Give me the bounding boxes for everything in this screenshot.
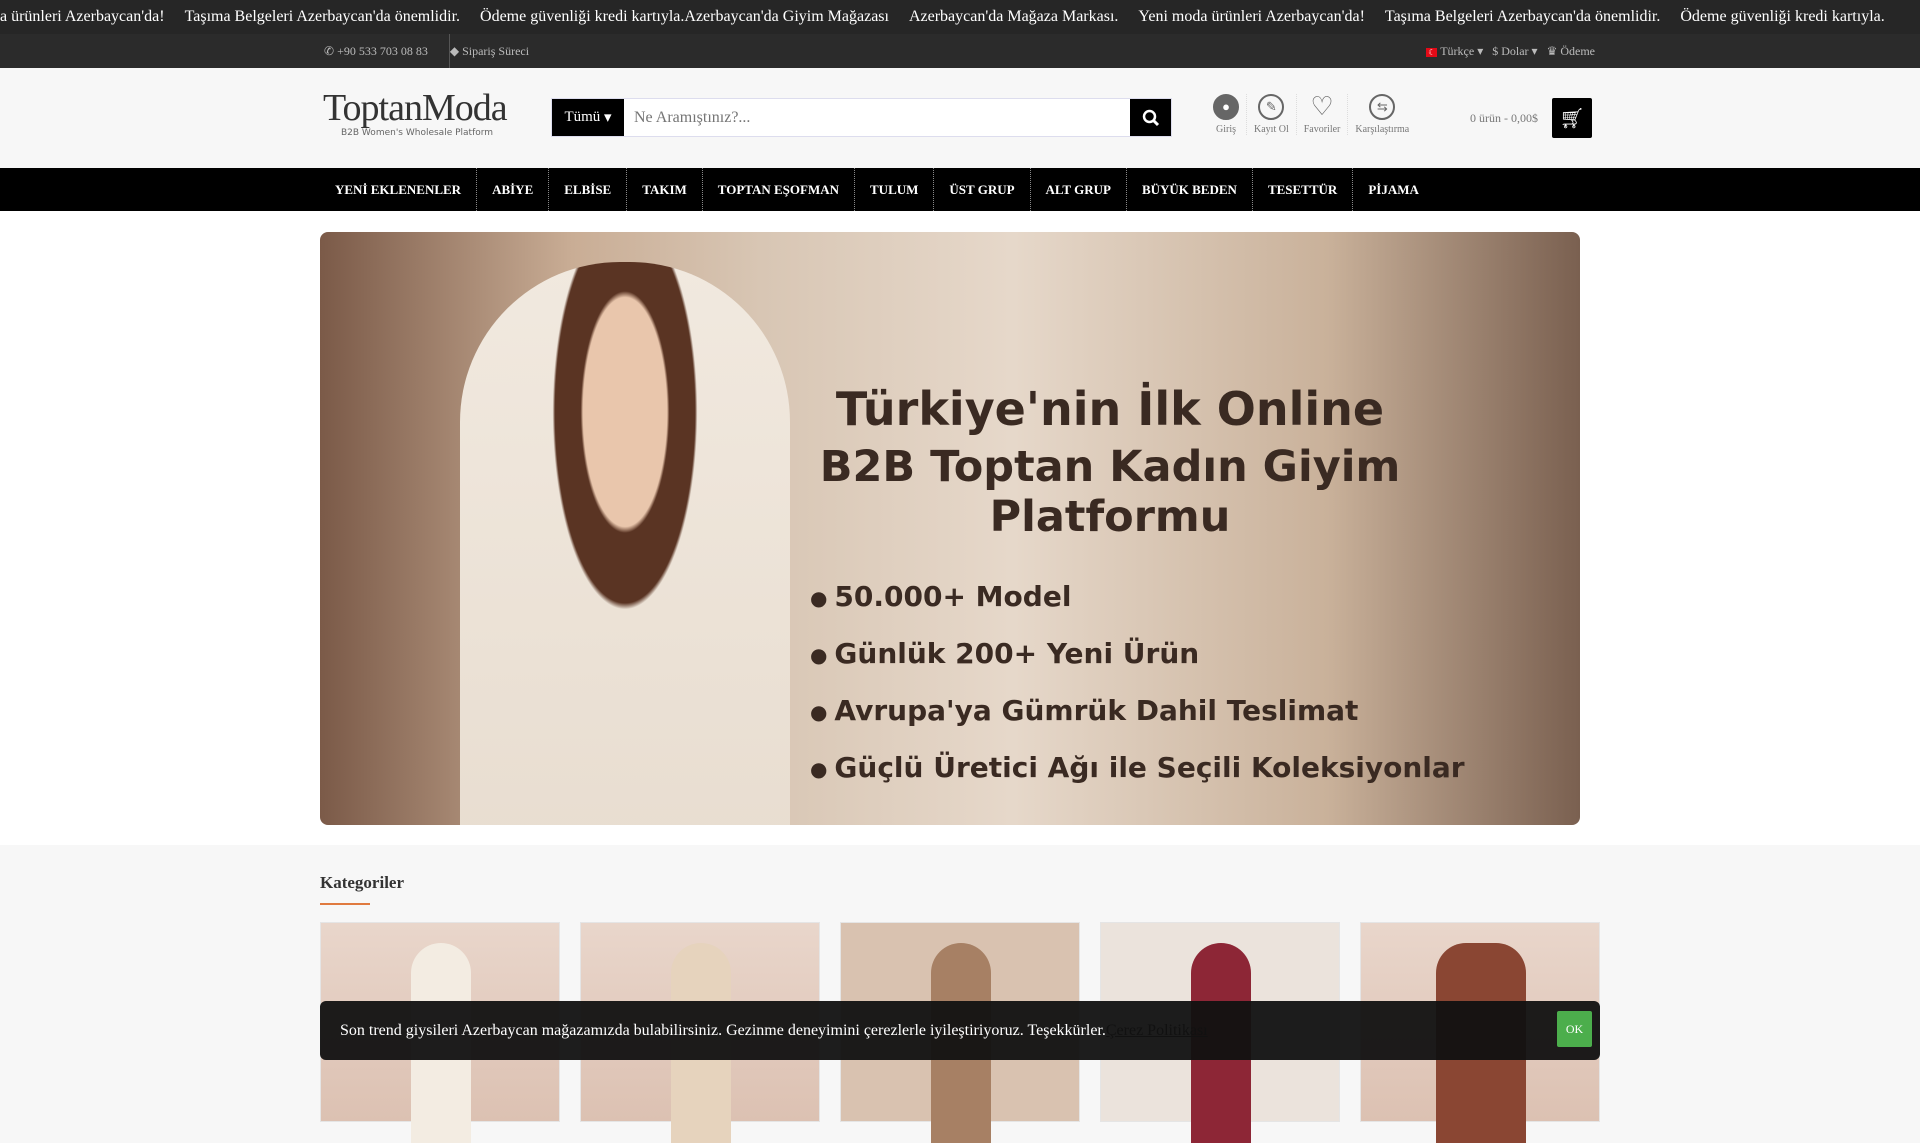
- login-button[interactable]: ● Giriş: [1206, 94, 1247, 135]
- trophy-icon: ♛: [1546, 44, 1558, 58]
- header: ToptanModa B2B Women's Wholesale Platfor…: [0, 68, 1920, 168]
- compare-icon: ⇆: [1369, 94, 1396, 120]
- phone-number: +90 533 703 08 83: [337, 44, 428, 58]
- model-photo: [460, 262, 790, 825]
- turkey-flag-icon: ☾: [1426, 48, 1438, 57]
- order-process-link[interactable]: ◆ Sipariş Süreci: [450, 44, 529, 59]
- search-bar: Tümü ▾: [551, 98, 1172, 137]
- logo[interactable]: ToptanModa B2B Women's Wholesale Platfor…: [323, 86, 508, 138]
- ticker-item: Taşıma Belgeleri Azerbaycan'da önemlidir…: [1384, 8, 1661, 25]
- search-category-label: Tümü: [564, 109, 601, 125]
- cookie-banner: Son trend giysileri Azerbaycan mağazamız…: [320, 1001, 1600, 1060]
- payment-label: Ödeme: [1560, 44, 1595, 58]
- payment-link[interactable]: ♛ Ödeme: [1547, 44, 1595, 59]
- favorites-button[interactable]: ♡ Favoriler: [1297, 92, 1349, 135]
- nav-pijama[interactable]: PİJAMA: [1353, 168, 1434, 211]
- nav-takim[interactable]: TAKIM: [627, 168, 703, 211]
- search-button[interactable]: [1130, 99, 1171, 136]
- banner-bullet: Günlük 200+ Yeni Ürün: [810, 637, 1465, 670]
- nav-tulum[interactable]: TULUM: [855, 168, 935, 211]
- language-label: Türkçe: [1440, 44, 1475, 58]
- logo-tagline: B2B Women's Wholesale Platform: [341, 128, 494, 138]
- compare-button[interactable]: ⇆ Karşılaştırma: [1348, 94, 1416, 135]
- nav-new-arrivals[interactable]: YENİ EKLENENLER: [320, 168, 478, 211]
- pencil-icon: ✎: [1258, 94, 1285, 120]
- search-input[interactable]: [624, 99, 1130, 136]
- currency-label: $ Dolar: [1492, 44, 1529, 58]
- categories-heading: Kategoriler: [320, 873, 404, 905]
- cookie-policy-link[interactable]: Çerez Politikası: [1106, 1022, 1208, 1040]
- cookie-text: Son trend giysileri Azerbaycan mağazamız…: [340, 1021, 1106, 1039]
- nav-ust-grup[interactable]: ÜST GRUP: [934, 168, 1031, 211]
- ticker-item: a ürünleri Azerbaycan'da!: [0, 8, 165, 25]
- register-button[interactable]: ✎ Kayıt Ol: [1247, 94, 1297, 135]
- cart-icon: 🛒︎: [1552, 98, 1592, 138]
- announcement-ticker: a ürünleri Azerbaycan'da! Taşıma Belgele…: [0, 0, 1920, 34]
- phone-link[interactable]: ✆ +90 533 703 08 83: [324, 44, 428, 59]
- banner-bullet: Güçlü Üretici Ağı ile Seçili Koleksiyonl…: [810, 751, 1464, 784]
- ticker-item: Taşıma Belgeleri Azerbaycan'da önemlidir…: [184, 8, 461, 25]
- hero-banner[interactable]: Türkiye'nin İlk Online B2B Toptan Kadın …: [320, 232, 1580, 825]
- register-label: Kayıt Ol: [1254, 124, 1289, 135]
- banner-bullet: 50.000+ Model: [810, 580, 1465, 613]
- search-icon: [1142, 109, 1159, 126]
- nav-esofman[interactable]: TOPTAN EŞOFMAN: [703, 168, 856, 211]
- user-icon: ●: [1213, 94, 1239, 120]
- cart-summary: 0 ürün - 0,00$: [1470, 110, 1538, 125]
- logo-name: ToptanModa: [323, 87, 508, 129]
- currency-select[interactable]: $ Dolar ▾: [1492, 44, 1537, 59]
- nav-alt-grup[interactable]: ALT GRUP: [1031, 168, 1127, 211]
- order-process-label: Sipariş Süreci: [462, 44, 530, 58]
- nav-abiye[interactable]: ABİYE: [477, 168, 550, 211]
- ticker-item: Azerbaycan'da Mağaza Markası.: [908, 8, 1119, 25]
- main-nav: YENİ EKLENENLER ABİYE ELBİSE TAKIM TOPTA…: [0, 168, 1920, 211]
- heart-icon: ♡: [1310, 92, 1334, 121]
- nav-tesettur[interactable]: TESETTÜR: [1253, 168, 1354, 211]
- ticker-item: Ödeme güvenliği kredi kartıyla.Azerbayca…: [480, 8, 889, 25]
- ticker-item: Yeni moda ürünleri Azerbaycan'da!: [1138, 8, 1365, 25]
- login-label: Giriş: [1216, 124, 1236, 135]
- cart-button[interactable]: 0 ürün - 0,00$ 🛒︎: [1470, 98, 1592, 138]
- language-select[interactable]: ☾ Türkçe ▾: [1426, 44, 1483, 59]
- banner-title: Türkiye'nin İlk Online: [835, 382, 1385, 436]
- info-bar: ✆ +90 533 703 08 83 ◆ Sipariş Süreci ☾ T…: [0, 34, 1920, 68]
- banner-subtitle: B2B Toptan Kadın Giyim Platformu: [819, 442, 1401, 542]
- banner-bullet: Avrupa'ya Gümrük Dahil Teslimat: [810, 694, 1465, 727]
- nav-buyuk-beden[interactable]: BÜYÜK BEDEN: [1127, 168, 1253, 211]
- compare-label: Karşılaştırma: [1355, 124, 1410, 135]
- ticker-item: Ödeme güvenliği kredi kartıyla.: [1680, 8, 1885, 25]
- search-category-dropdown[interactable]: Tümü ▾: [552, 99, 624, 136]
- cookie-ok-button[interactable]: OK: [1557, 1011, 1592, 1047]
- nav-elbise[interactable]: ELBİSE: [549, 168, 628, 211]
- divider: [449, 34, 450, 68]
- favorites-label: Favoriler: [1303, 124, 1341, 135]
